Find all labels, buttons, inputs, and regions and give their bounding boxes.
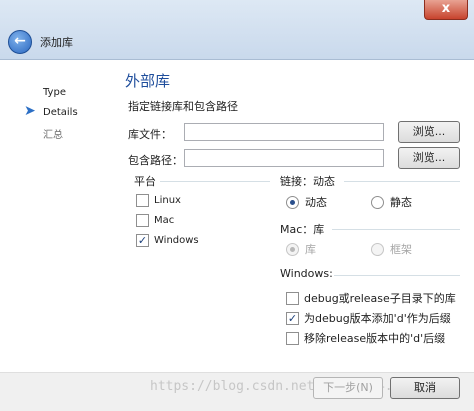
windows-group-title: Windows: xyxy=(280,267,333,280)
checkbox-label: 移除release版本中的'd'后缀 xyxy=(304,332,446,345)
radio-dot xyxy=(371,242,384,256)
windows-debug-suffix-checkbox[interactable]: ✓ 为debug版本添加'd'作为后缀 xyxy=(286,310,451,326)
step-summary: 汇总 xyxy=(43,130,63,141)
wizard-footer: https://blog.csdn.net/weixin_4...97 下一步(… xyxy=(0,372,474,411)
radio-label: 库 xyxy=(305,243,316,256)
radio-dot xyxy=(371,195,384,209)
arrow-left-icon: ← xyxy=(14,33,26,49)
close-button[interactable]: x xyxy=(424,0,468,20)
platform-windows-checkbox[interactable]: ✓ Windows xyxy=(136,234,199,247)
windows-debug-release-subdir-checkbox[interactable]: debug或release子目录下的库 xyxy=(286,290,456,306)
windows-group-divider xyxy=(334,275,460,276)
checkbox-label: Windows xyxy=(154,235,199,246)
mac-library-radio[interactable]: 库 xyxy=(286,241,316,257)
checkbox-label: Mac xyxy=(154,215,175,226)
back-button[interactable]: ← xyxy=(8,30,32,54)
page-heading: 外部库 xyxy=(125,72,171,90)
library-file-input[interactable] xyxy=(184,123,384,141)
radio-dot xyxy=(286,195,299,209)
wizard-page: ➤ Type Details 汇总 外部库 指定链接库和包含路径 库文件： 浏览… xyxy=(6,60,468,372)
platform-group-divider xyxy=(160,181,270,182)
checkbox-box xyxy=(286,291,299,305)
mac-group-divider xyxy=(332,229,460,230)
mac-framework-radio[interactable]: 框架 xyxy=(371,241,412,257)
platform-linux-checkbox[interactable]: Linux xyxy=(136,194,181,207)
linkage-dynamic-radio[interactable]: 动态 xyxy=(286,194,327,210)
radio-dot xyxy=(286,242,299,256)
next-button[interactable]: 下一步(N) xyxy=(313,377,383,399)
checkmark-icon: ✓ xyxy=(286,311,299,325)
library-file-label: 库文件： xyxy=(128,128,172,141)
include-path-label: 包含路径： xyxy=(128,154,183,167)
checkbox-box xyxy=(136,194,149,207)
cancel-button[interactable]: 取消 xyxy=(390,377,460,399)
checkmark-icon: ✓ xyxy=(136,234,149,247)
window-title: 添加库 xyxy=(40,36,73,49)
radio-label: 动态 xyxy=(305,196,327,209)
checkbox-label: 为debug版本添加'd'作为后缀 xyxy=(304,312,451,325)
checkbox-box xyxy=(286,331,299,345)
linkage-group-title: 链接：动态 xyxy=(280,175,335,188)
windows-remove-suffix-checkbox[interactable]: 移除release版本中的'd'后缀 xyxy=(286,330,445,346)
linkage-static-radio[interactable]: 静态 xyxy=(371,194,412,210)
include-path-input[interactable] xyxy=(184,149,384,167)
current-step-arrow-icon: ➤ xyxy=(24,103,36,119)
linkage-group-divider xyxy=(344,181,460,182)
platform-group-title: 平台 xyxy=(134,175,156,188)
library-file-browse-button[interactable]: 浏览... xyxy=(398,121,460,143)
title-bar: x ← 添加库 xyxy=(0,0,474,60)
checkbox-box xyxy=(136,214,149,227)
checkbox-label: Linux xyxy=(154,195,181,206)
step-details: Details xyxy=(43,107,78,118)
platform-mac-checkbox[interactable]: Mac xyxy=(136,214,174,227)
include-path-browse-button[interactable]: 浏览... xyxy=(398,147,460,169)
radio-label: 框架 xyxy=(390,243,412,256)
checkbox-label: debug或release子目录下的库 xyxy=(304,292,456,305)
step-type: Type xyxy=(43,87,66,98)
radio-label: 静态 xyxy=(390,196,412,209)
page-description: 指定链接库和包含路径 xyxy=(128,100,238,113)
mac-group-title: Mac：库 xyxy=(280,223,325,236)
